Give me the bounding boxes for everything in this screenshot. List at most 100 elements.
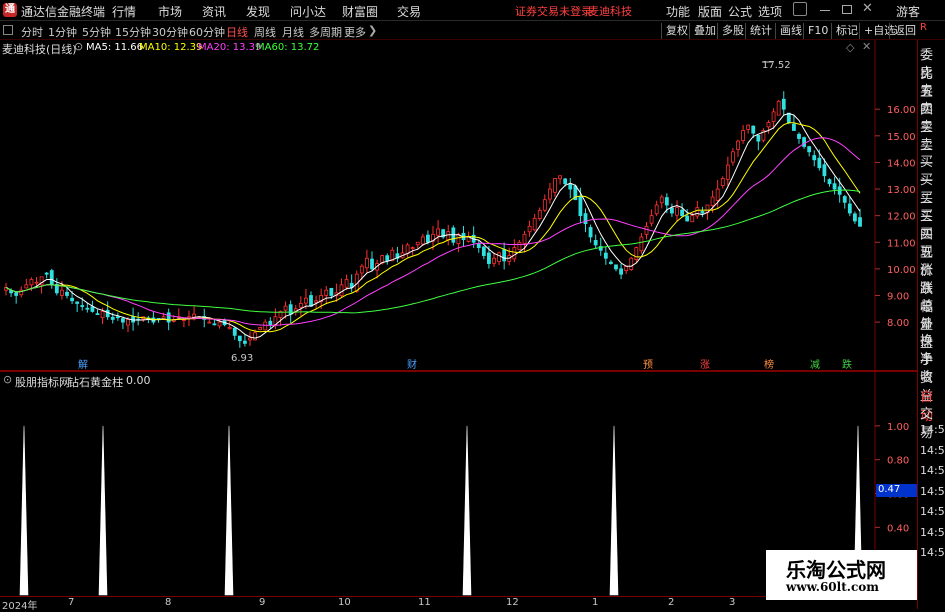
candle xyxy=(29,279,34,286)
candle xyxy=(797,133,801,139)
candle xyxy=(548,188,552,200)
event-marker[interactable]: 预 xyxy=(643,359,653,370)
candle xyxy=(436,228,440,236)
event-marker[interactable]: 减 xyxy=(810,359,820,370)
candle xyxy=(832,183,837,190)
candle xyxy=(583,213,588,225)
ma-toggle-icon[interactable]: ⊙ xyxy=(74,40,83,53)
window-mode-icon[interactable] xyxy=(793,2,807,16)
candle xyxy=(446,231,451,241)
xtick-sep: 9 xyxy=(259,597,266,608)
candle xyxy=(207,321,212,324)
menu-gongshi[interactable]: 公式 xyxy=(728,3,752,20)
candle xyxy=(100,311,105,319)
btn-duogu[interactable]: 多股 xyxy=(717,23,748,39)
high-price-label: 17.52 xyxy=(762,60,791,71)
event-marker[interactable]: 解 xyxy=(78,358,88,370)
menu-caifuquan[interactable]: 财富圈 xyxy=(342,3,378,20)
diamond-icon[interactable]: ◇ xyxy=(846,41,854,54)
price-tick-label: 8.00 xyxy=(887,318,909,329)
period-15min[interactable]: 15分钟 xyxy=(115,24,151,40)
period-1min[interactable]: 1分钟 xyxy=(48,24,77,40)
menu-gongneng[interactable]: 功能 xyxy=(666,3,690,20)
period-more[interactable]: 更多 xyxy=(344,24,366,40)
event-marker[interactable]: 涨 xyxy=(700,359,710,370)
menu-zixun[interactable]: 资讯 xyxy=(202,3,226,20)
period-weekly[interactable]: 周线 xyxy=(254,24,276,40)
close-panel-icon[interactable]: ✕ xyxy=(862,40,871,53)
candle xyxy=(720,177,725,187)
candle xyxy=(822,164,827,177)
candle xyxy=(232,327,237,336)
indicator-spike xyxy=(462,425,472,596)
candle xyxy=(410,247,415,250)
price-tick-label: 16.00 xyxy=(887,105,916,116)
candle xyxy=(258,327,263,331)
user-label[interactable]: 游客 xyxy=(896,3,920,20)
candle xyxy=(741,130,745,141)
candle xyxy=(659,196,664,204)
candle xyxy=(385,255,390,262)
maximize-icon[interactable] xyxy=(842,5,852,14)
xtick-oct: 10 xyxy=(338,597,351,608)
candle xyxy=(85,307,90,310)
btn-huaxian[interactable]: 画线 xyxy=(775,23,806,39)
candle xyxy=(217,321,222,327)
candle xyxy=(227,327,232,330)
candle xyxy=(344,279,349,288)
indicator-value: 0.00 xyxy=(126,374,151,387)
candle xyxy=(110,316,115,320)
candle xyxy=(853,213,857,222)
menu-banmian[interactable]: 版面 xyxy=(698,3,722,20)
candle xyxy=(792,123,796,131)
watermark-url: www.60lt.com xyxy=(786,580,879,594)
candle xyxy=(746,124,751,130)
period-5min[interactable]: 5分钟 xyxy=(82,24,111,40)
btn-tongji[interactable]: 统计 xyxy=(745,23,776,39)
period-multi[interactable]: 多周期 xyxy=(309,24,342,40)
event-marker[interactable]: 跌 xyxy=(842,358,852,370)
panel-corner-label[interactable]: R xyxy=(920,22,927,33)
candle xyxy=(65,291,69,296)
candle xyxy=(847,203,852,214)
period-60min[interactable]: 60分钟 xyxy=(189,24,225,40)
candle xyxy=(75,301,80,304)
period-30min[interactable]: 30分钟 xyxy=(152,24,188,40)
price-tick-label: 9.00 xyxy=(887,291,909,302)
event-marker[interactable]: 财 xyxy=(407,358,417,370)
menu-xuanxiang[interactable]: 选项 xyxy=(758,3,782,20)
panel-toggle-icon[interactable] xyxy=(3,25,13,35)
chart-title: 麦迪科技(日线) xyxy=(2,43,77,56)
btn-fuquan[interactable]: 复权 xyxy=(661,23,692,39)
indicator-toggle-icon[interactable]: ⊙ xyxy=(3,373,12,386)
candle xyxy=(60,289,64,296)
btn-diejia[interactable]: 叠加 xyxy=(689,23,720,39)
candle xyxy=(49,270,54,286)
candle xyxy=(420,236,425,245)
candle xyxy=(675,207,679,216)
candle xyxy=(243,340,247,344)
btn-f10[interactable]: F10 xyxy=(803,23,832,39)
candle xyxy=(568,183,573,190)
period-daily[interactable]: 日线 xyxy=(226,24,248,40)
candle xyxy=(80,305,85,307)
menu-jiaoyi[interactable]: 交易 xyxy=(397,3,421,20)
close-icon[interactable]: ✕ xyxy=(862,1,873,16)
minimize-icon[interactable] xyxy=(820,10,830,11)
candle xyxy=(95,313,100,316)
trade-status[interactable]: 证券交易未登录 xyxy=(515,3,592,19)
tick-time: 14:56 xyxy=(920,464,945,477)
period-monthly[interactable]: 月线 xyxy=(282,24,304,40)
period-fenshi[interactable]: 分时 xyxy=(21,24,43,40)
event-marker[interactable]: 榜 xyxy=(764,358,774,370)
menu-wenxiaoda[interactable]: 问小达 xyxy=(290,3,326,20)
more-chevron-icon[interactable]: ❯ xyxy=(368,24,377,37)
candle xyxy=(690,215,695,223)
menu-shichang[interactable]: 市场 xyxy=(158,3,182,20)
candle xyxy=(105,309,110,318)
btn-biaoji[interactable]: 标记 xyxy=(831,23,862,39)
btn-fanhui[interactable]: 返回 xyxy=(889,23,920,39)
menu-faxian[interactable]: 发现 xyxy=(246,3,270,20)
kline-chart[interactable]: 8.00 9.00 10.00 11.00 12.00 13.00 14.00 15.00 16… xyxy=(0,40,917,370)
menu-hangqing[interactable]: 行情 xyxy=(112,3,136,20)
